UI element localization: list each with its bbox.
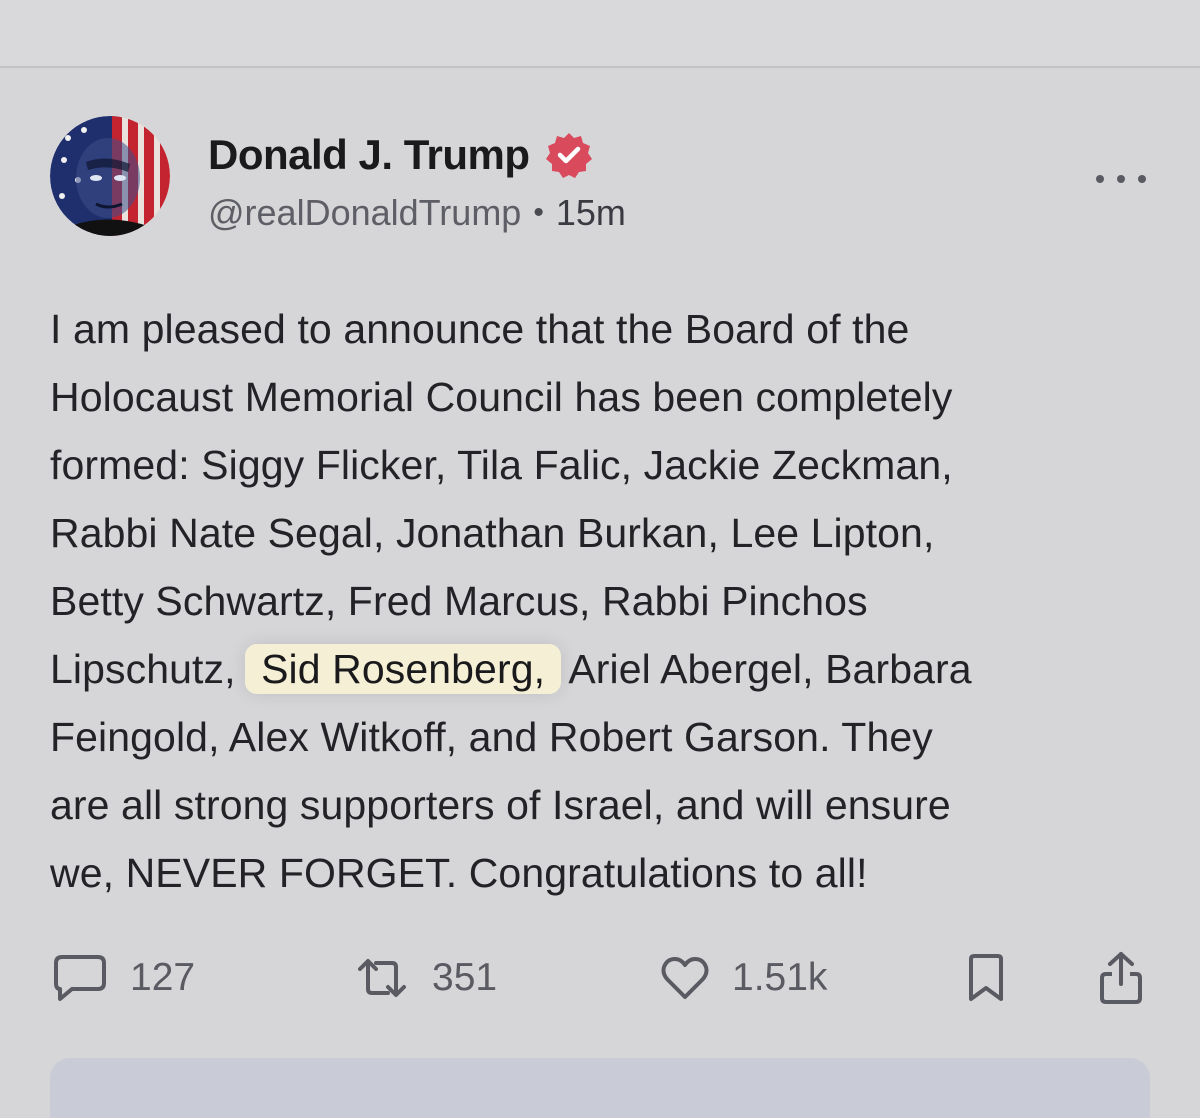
reply-button[interactable]: 127: [52, 948, 195, 1008]
post-text-line: Rabbi Nate Segal, Jonathan Burkan, Lee L…: [50, 510, 935, 556]
more-dot-icon: [1117, 175, 1125, 183]
bookmark-button[interactable]: [966, 948, 1006, 1008]
heart-icon: [660, 955, 710, 1001]
bookmark-icon: [966, 952, 1006, 1004]
next-post-preview: [50, 1058, 1150, 1118]
author-display-name[interactable]: Donald J. Trump: [208, 131, 530, 179]
author-meta-row: @realDonaldTrump • 15m: [208, 192, 626, 234]
avatar[interactable]: [50, 116, 170, 236]
post-text-line: formed: Siggy Flicker, Tila Falic, Jacki…: [50, 442, 953, 488]
post-text-line: I am pleased to announce that the Board …: [50, 306, 910, 352]
post-body: I am pleased to announce that the Board …: [50, 295, 1150, 907]
highlighted-text: Sid Rosenberg,: [245, 644, 562, 694]
post-text-line: Holocaust Memorial Council has been comp…: [50, 374, 953, 420]
post-text-line: Betty Schwartz, Fred Marcus, Rabbi Pinch…: [50, 578, 868, 624]
author-handle[interactable]: @realDonaldTrump: [208, 192, 521, 234]
post-timestamp[interactable]: 15m: [556, 192, 626, 234]
post-text-line: Feingold, Alex Witkoff, and Robert Garso…: [50, 714, 933, 760]
like-count: 1.51k: [732, 956, 828, 999]
post-actions-bar: 127 351 1.51k: [50, 948, 1150, 1008]
share-icon: [1098, 950, 1144, 1006]
reply-icon: [52, 953, 108, 1003]
share-button[interactable]: [1098, 948, 1144, 1008]
more-options-button[interactable]: [1096, 164, 1146, 194]
repost-count: 351: [432, 956, 498, 999]
more-dot-icon: [1096, 175, 1104, 183]
post-text-line: are all strong supporters of Israel, and…: [50, 782, 951, 828]
avatar-image: [50, 116, 170, 236]
verified-badge-icon: [544, 130, 594, 180]
post-text-segment: Lipschutz,: [50, 646, 248, 692]
repost-button[interactable]: 351: [354, 948, 497, 1008]
reply-count: 127: [130, 956, 196, 999]
like-button[interactable]: 1.51k: [660, 948, 827, 1008]
post-text-line: Lipschutz, Sid Rosenberg, Ariel Abergel,…: [50, 635, 1150, 703]
meta-separator: •: [533, 196, 544, 229]
post-card: Donald J. Trump @realDonaldTrump • 15m I…: [0, 68, 1200, 1118]
post-text-segment: Ariel Abergel, Barbara: [559, 646, 972, 692]
author-name-row: Donald J. Trump: [208, 130, 594, 180]
repost-icon: [354, 953, 410, 1003]
top-bar: [0, 0, 1200, 68]
post-text-line: we, NEVER FORGET. Congratulations to all…: [50, 850, 868, 896]
more-dot-icon: [1138, 175, 1146, 183]
